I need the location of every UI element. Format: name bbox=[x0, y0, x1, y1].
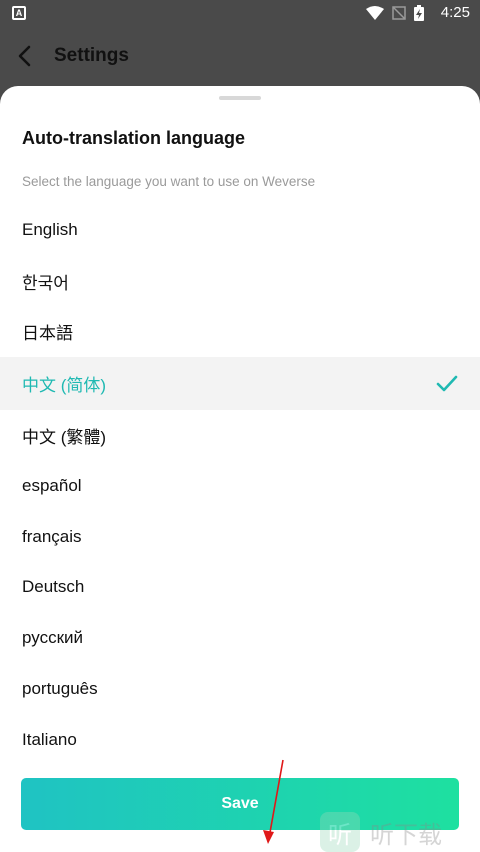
battery-charging-icon bbox=[414, 5, 424, 21]
language-option-spanish[interactable]: español bbox=[0, 461, 480, 512]
language-label: français bbox=[22, 526, 82, 546]
sheet-title: Auto-translation language bbox=[22, 128, 246, 148]
sheet-subtitle: Select the language you want to use on W… bbox=[22, 174, 316, 189]
watermark: 听 听下载 bbox=[320, 812, 480, 852]
language-label: Italiano bbox=[22, 729, 77, 749]
language-option-russian[interactable]: русский bbox=[0, 613, 480, 664]
language-option-japanese[interactable]: 日本語 bbox=[0, 306, 480, 357]
language-option-english[interactable]: English bbox=[0, 205, 480, 256]
language-bottom-sheet: Auto-translation language Select the lan… bbox=[0, 86, 480, 852]
language-label: 中文 (简体) bbox=[22, 376, 107, 396]
language-option-portuguese[interactable]: português bbox=[0, 664, 480, 715]
back-arrow-icon[interactable] bbox=[12, 42, 40, 70]
watermark-text: 听下载 bbox=[370, 821, 442, 849]
language-option-chinese-simplified[interactable]: 中文 (简体) bbox=[0, 357, 480, 411]
app-header: Settings bbox=[0, 26, 480, 88]
language-label: Deutsch bbox=[22, 577, 85, 597]
check-icon bbox=[436, 375, 458, 392]
sheet-drag-handle[interactable] bbox=[219, 96, 261, 100]
language-list: English 한국어 日本語 中文 (简体) 中文 (繁體) español … bbox=[0, 205, 480, 765]
language-option-german[interactable]: Deutsch bbox=[0, 562, 480, 613]
status-icons bbox=[366, 5, 424, 21]
page-title: Settings bbox=[54, 45, 129, 66]
language-option-chinese-traditional[interactable]: 中文 (繁體) bbox=[0, 410, 480, 461]
language-label: 日本語 bbox=[22, 324, 73, 344]
language-label: português bbox=[22, 678, 98, 698]
language-label: English bbox=[22, 220, 78, 240]
language-option-korean[interactable]: 한국어 bbox=[0, 256, 480, 307]
notification-app-icon: A bbox=[12, 6, 26, 20]
wifi-icon bbox=[366, 6, 384, 20]
language-option-french[interactable]: français bbox=[0, 511, 480, 562]
language-label: 한국어 bbox=[22, 273, 69, 293]
status-bar: A 4:25 bbox=[0, 0, 480, 26]
language-label: 中文 (繁體) bbox=[22, 427, 107, 447]
language-label: русский bbox=[22, 628, 84, 648]
watermark-logo: 听 bbox=[320, 812, 360, 852]
signal-off-icon bbox=[392, 6, 406, 20]
language-label: español bbox=[22, 476, 82, 496]
annotation-arrow-icon bbox=[263, 759, 284, 844]
status-time: 4:25 bbox=[440, 4, 470, 21]
language-option-italian[interactable]: Italiano bbox=[0, 714, 480, 765]
